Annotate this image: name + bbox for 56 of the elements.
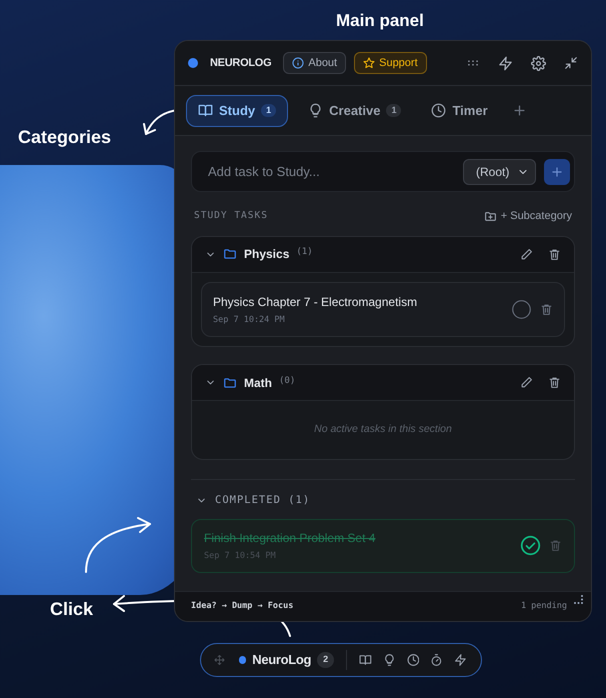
resize-handle-icon[interactable] bbox=[572, 594, 584, 606]
add-icon[interactable] bbox=[512, 103, 527, 118]
category-tab[interactable]: Timer bbox=[421, 94, 498, 126]
annotation-text: Categories bbox=[18, 126, 112, 149]
folder-icon bbox=[223, 247, 237, 261]
task-input-field[interactable]: Add task to Study... (Root) bbox=[191, 151, 575, 192]
category-tab[interactable]: Creative 1 bbox=[298, 94, 412, 126]
delete-icon[interactable] bbox=[540, 302, 553, 316]
edit-icon[interactable] bbox=[520, 248, 533, 260]
about-button[interactable]: About bbox=[283, 52, 346, 74]
lightning-icon[interactable] bbox=[454, 653, 467, 667]
workflow-hint: Idea? → Dump → Focus bbox=[191, 600, 294, 613]
parent-dropdown[interactable]: (Root) bbox=[463, 158, 536, 184]
lightbulb-icon bbox=[308, 103, 324, 118]
app-name: NeuroLog bbox=[252, 651, 312, 670]
checkbox-circle-icon[interactable] bbox=[511, 298, 532, 320]
plus-icon bbox=[550, 164, 564, 178]
folder-plus-icon bbox=[484, 210, 497, 223]
category-tab[interactable]: Study 1 bbox=[186, 94, 288, 126]
subcategory-count: (1) bbox=[296, 246, 313, 259]
task-title: Finish Integration Problem Set 4 bbox=[204, 530, 376, 547]
count-badge: 1 bbox=[386, 104, 402, 118]
lightning-icon[interactable] bbox=[498, 56, 513, 70]
support-button[interactable]: Support bbox=[354, 52, 427, 74]
star-icon bbox=[363, 57, 376, 69]
book-icon bbox=[198, 103, 213, 118]
settings-icon[interactable] bbox=[531, 56, 546, 70]
section-title: STUDY TASKS bbox=[194, 209, 268, 224]
stopwatch-icon[interactable] bbox=[430, 653, 444, 667]
delete-icon[interactable] bbox=[548, 376, 561, 390]
subcategory-name: Math bbox=[244, 374, 272, 392]
folder-icon bbox=[223, 376, 237, 390]
checked-circle-icon[interactable] bbox=[520, 535, 541, 556]
annotation-text: Main panel bbox=[336, 10, 424, 32]
clock-icon[interactable] bbox=[406, 653, 420, 667]
pending-count: 1 pending bbox=[520, 600, 567, 613]
minimize-icon[interactable] bbox=[564, 56, 578, 70]
count-badge: 2 bbox=[317, 652, 334, 668]
add-subcategory-link[interactable]: + Subcategory bbox=[484, 208, 572, 224]
subcategory-name: Physics bbox=[244, 246, 290, 263]
task-title: Physics Chapter 7 - Electromagnetism bbox=[213, 294, 418, 310]
completed-heading: COMPLETED (1) bbox=[215, 493, 310, 508]
edit-icon[interactable] bbox=[520, 376, 533, 390]
task-time: Sep 7 10:54 PM bbox=[204, 550, 277, 562]
brand-name: NEUROLOG bbox=[210, 56, 272, 71]
clock-icon bbox=[431, 103, 446, 118]
subcategory-count: (0) bbox=[279, 374, 296, 388]
task-time: Sep 7 10:24 PM bbox=[213, 314, 286, 326]
empty-message: No active tasks in this section bbox=[313, 422, 453, 438]
delete-icon[interactable] bbox=[548, 248, 561, 260]
annotation-text: Click bbox=[50, 598, 94, 621]
info-icon bbox=[292, 57, 304, 69]
book-icon[interactable] bbox=[359, 653, 372, 667]
lightbulb-icon[interactable] bbox=[382, 653, 396, 667]
count-badge: 1 bbox=[261, 104, 276, 118]
add-task-button[interactable] bbox=[544, 158, 570, 184]
